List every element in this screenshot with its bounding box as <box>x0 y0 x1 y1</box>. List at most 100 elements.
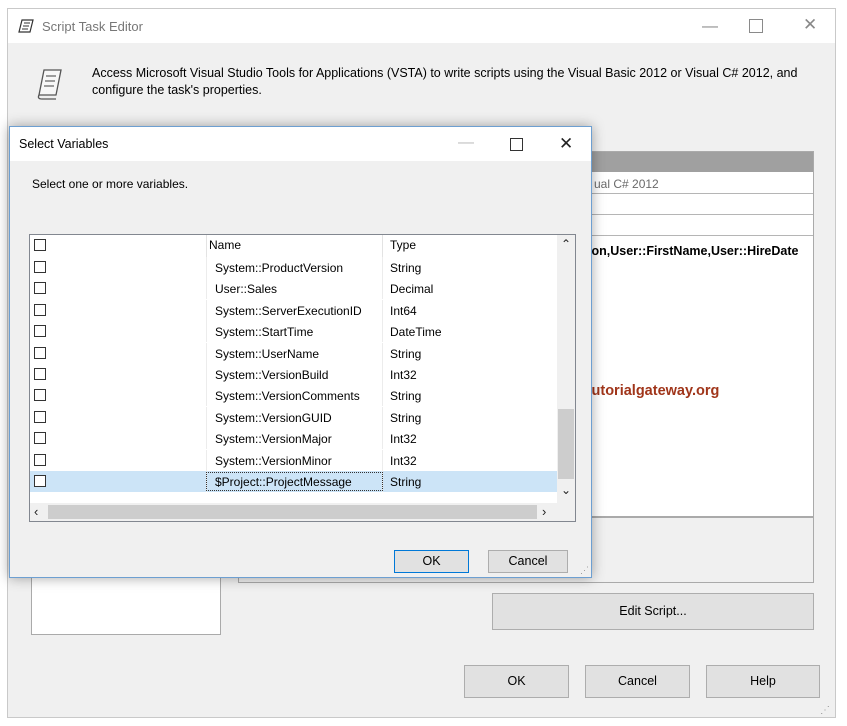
close-icon[interactable]: ✕ <box>559 134 573 154</box>
variable-checkbox[interactable] <box>34 282 46 295</box>
script-task-icon <box>36 67 64 104</box>
variable-name: System::VersionComments <box>215 389 360 404</box>
edit-script-button[interactable]: Edit Script... <box>492 593 814 630</box>
variable-row[interactable]: User::Sales Decimal <box>30 278 557 300</box>
instruction-text: Select one or more variables. <box>32 177 189 191</box>
variable-type: String <box>390 346 422 361</box>
maximize-icon[interactable] <box>749 19 763 33</box>
maximize-icon[interactable] <box>510 138 523 151</box>
variable-row[interactable]: System::ProductVersion String <box>30 257 557 278</box>
variable-checkbox[interactable] <box>34 389 46 402</box>
grid-header-row: Name Type <box>30 235 557 257</box>
scroll-up-icon[interactable]: ⌃ <box>561 237 571 251</box>
select-all-checkbox[interactable] <box>34 239 46 251</box>
column-divider <box>206 278 207 300</box>
variable-checkbox[interactable] <box>34 325 46 338</box>
select-variables-dialog: Select Variables — ✕ Select one or more … <box>9 126 592 578</box>
ok-button[interactable]: OK <box>464 665 569 698</box>
help-button[interactable]: Help <box>706 665 820 698</box>
variable-checkbox[interactable] <box>34 346 46 359</box>
column-header-name[interactable]: Name <box>209 238 241 252</box>
variable-row[interactable]: System::VersionGUID String <box>30 406 557 428</box>
variable-name: System::StartTime <box>215 325 314 340</box>
variable-row[interactable]: System::VersionMinor Int32 <box>30 449 557 471</box>
column-divider <box>382 257 383 278</box>
variable-row[interactable]: System::VersionBuild Int32 <box>30 364 557 385</box>
variable-name: System::ProductVersion <box>215 261 344 275</box>
variable-type: Int32 <box>390 432 417 447</box>
variable-name: User::Sales <box>215 282 278 297</box>
dialog-title-bar: Select Variables — ✕ <box>10 127 591 161</box>
column-divider <box>382 321 383 343</box>
minimize-icon[interactable]: — <box>702 19 718 35</box>
column-header-type[interactable]: Type <box>390 238 416 252</box>
variable-row[interactable]: System::UserName String <box>30 342 557 364</box>
column-divider <box>206 299 207 321</box>
vertical-scrollbar[interactable]: ⌃ ⌄ <box>557 235 575 503</box>
column-divider <box>382 278 383 300</box>
variable-type: Decimal <box>390 282 434 297</box>
cancel-button[interactable]: Cancel <box>585 665 690 698</box>
variable-checkbox[interactable] <box>34 453 46 466</box>
variable-type: String <box>390 475 422 489</box>
category-list[interactable] <box>31 577 221 635</box>
column-divider <box>206 257 207 278</box>
scroll-right-icon[interactable]: › <box>542 504 546 519</box>
variable-type: String <box>390 389 422 404</box>
column-divider <box>206 406 207 428</box>
variable-checkbox[interactable] <box>34 368 46 380</box>
vertical-scroll-thumb[interactable] <box>558 409 574 479</box>
variable-row[interactable]: System::VersionMajor Int32 <box>30 428 557 450</box>
variable-name: System::VersionMajor <box>215 432 332 447</box>
column-divider <box>382 364 383 385</box>
ok-button[interactable]: OK <box>394 550 469 573</box>
property-value: ual C# 2012 <box>594 177 659 191</box>
variable-type: DateTime <box>390 325 442 340</box>
column-divider <box>206 321 207 343</box>
column-divider <box>382 342 383 364</box>
variable-row[interactable]: System::VersionComments String <box>30 385 557 407</box>
column-divider <box>382 406 383 428</box>
variable-type: String <box>390 410 422 425</box>
variable-name: $Project::ProjectMessage <box>215 475 352 489</box>
column-divider <box>382 235 383 257</box>
variable-row[interactable]: System::ServerExecutionID Int64 <box>30 299 557 321</box>
column-divider <box>382 428 383 450</box>
minimize-icon[interactable]: — <box>458 135 474 151</box>
column-divider <box>206 428 207 450</box>
variables-grid[interactable]: Name Type System::ProductVersion String Us… <box>29 234 576 522</box>
resize-grip-icon[interactable]: ⋰ <box>820 705 830 716</box>
variable-checkbox[interactable] <box>34 261 46 273</box>
script-task-icon <box>18 17 36 38</box>
column-divider <box>382 385 383 407</box>
column-divider <box>206 364 207 385</box>
variable-row[interactable]: System::StartTime DateTime <box>30 321 557 343</box>
watermark: ©tutorialgateway.org <box>576 383 720 399</box>
variable-type: Int64 <box>390 303 417 318</box>
variable-type: Int32 <box>390 453 417 468</box>
variable-checkbox[interactable] <box>34 432 46 445</box>
header-check-cell <box>30 235 207 257</box>
variable-name: System::VersionGUID <box>215 410 332 425</box>
variable-name: System::ServerExecutionID <box>215 303 362 318</box>
variable-checkbox[interactable] <box>34 303 46 316</box>
window-title: Script Task Editor <box>42 19 143 34</box>
column-divider <box>206 342 207 364</box>
variable-checkbox[interactable] <box>34 410 46 423</box>
variable-type: Int32 <box>390 368 417 382</box>
horizontal-scroll-thumb[interactable] <box>48 505 537 519</box>
variable-row[interactable]: $Project::ProjectMessage String <box>30 471 557 492</box>
task-description: Access Microsoft Visual Studio Tools for… <box>92 66 798 97</box>
read-only-variables-value[interactable]: ion,User::FirstName,User::HireDate <box>588 244 798 258</box>
close-icon[interactable]: ✕ <box>803 16 817 33</box>
cancel-button[interactable]: Cancel <box>488 550 568 573</box>
variable-name: System::VersionBuild <box>215 368 329 382</box>
horizontal-scrollbar[interactable]: ‹ › <box>30 503 557 521</box>
column-divider <box>206 449 207 471</box>
variable-checkbox[interactable] <box>34 475 46 487</box>
scrollbar-corner <box>557 503 575 521</box>
resize-grip-icon[interactable]: ⋰ <box>580 565 589 576</box>
scroll-down-icon[interactable]: ⌄ <box>561 483 571 497</box>
scroll-left-icon[interactable]: ‹ <box>34 504 38 519</box>
column-divider <box>382 299 383 321</box>
